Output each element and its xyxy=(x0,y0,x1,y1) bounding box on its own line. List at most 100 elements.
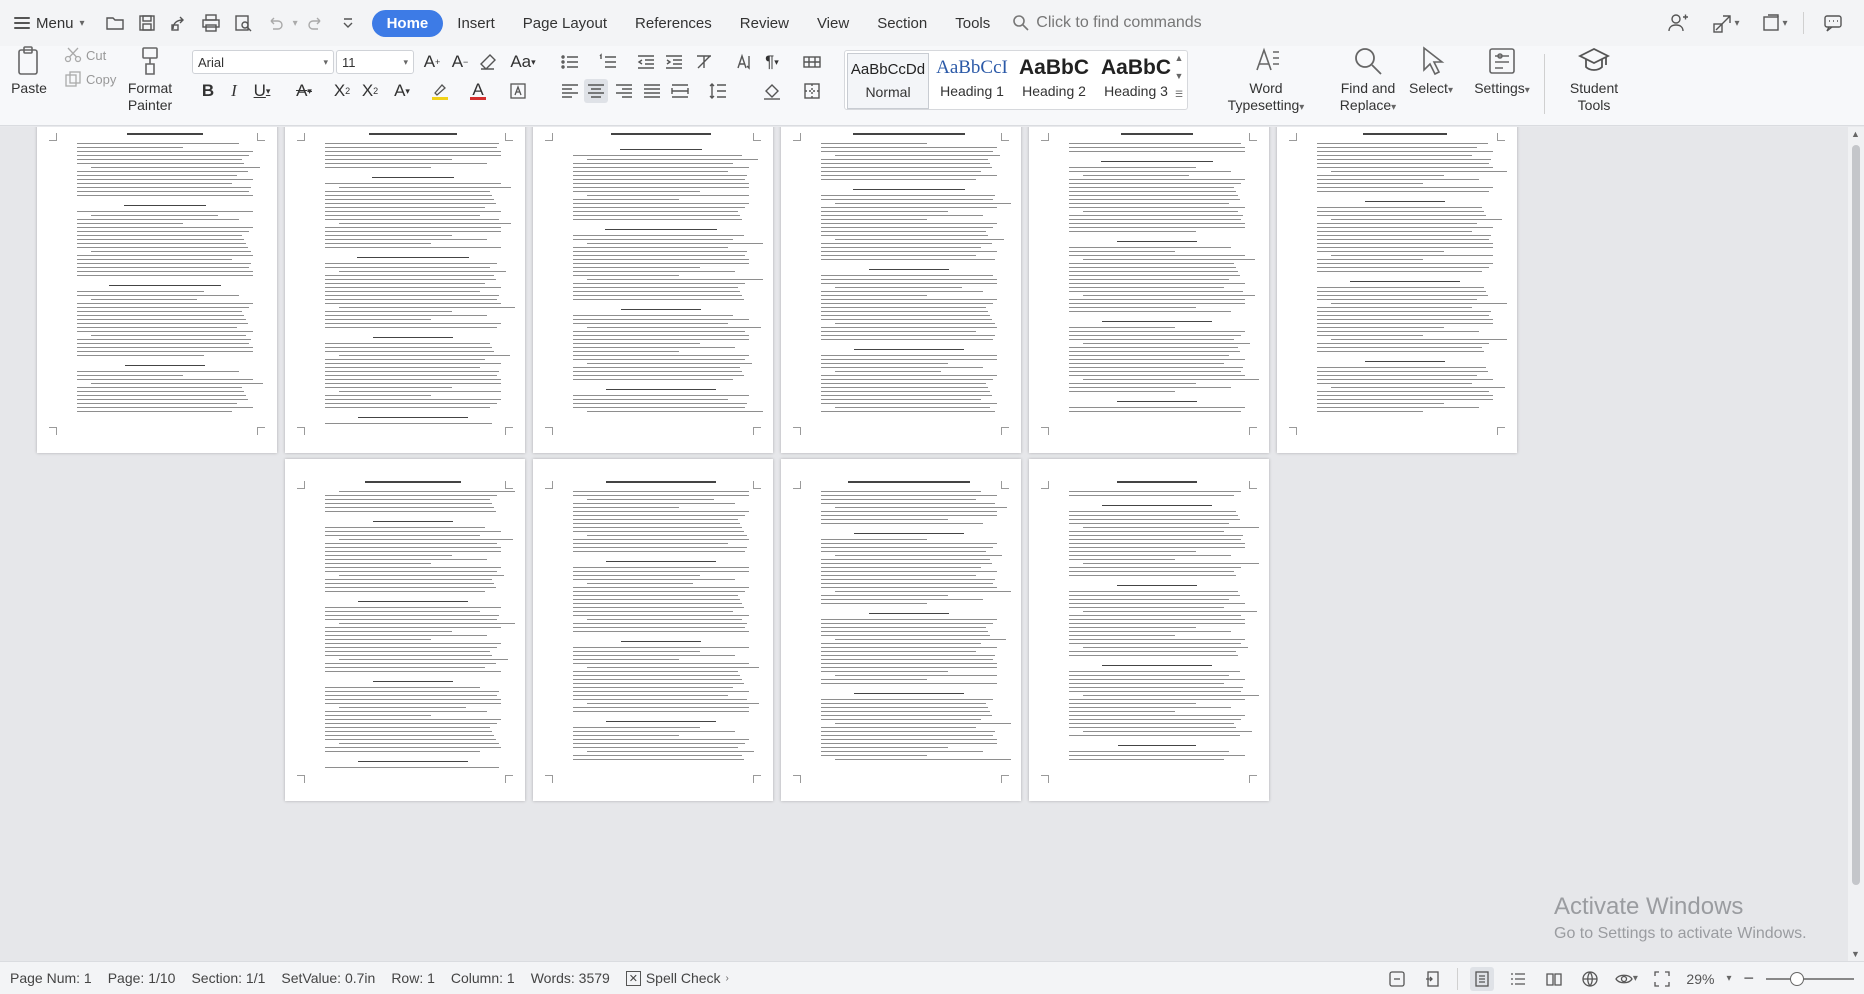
distributed-icon[interactable] xyxy=(668,79,692,103)
document-page[interactable] xyxy=(533,127,773,453)
document-page[interactable] xyxy=(781,127,1021,453)
web-layout-icon[interactable] xyxy=(1578,967,1602,991)
tab-insert[interactable]: Insert xyxy=(443,10,509,37)
borders-icon[interactable] xyxy=(800,79,824,103)
word-count-status[interactable]: Words: 3579 xyxy=(523,970,618,986)
align-center-icon[interactable] xyxy=(584,79,608,103)
scroll-up-icon[interactable]: ▲ xyxy=(1851,129,1860,139)
justify-icon[interactable] xyxy=(640,79,664,103)
undo-dropdown-icon[interactable]: ▾ xyxy=(293,18,298,29)
line-spacing-icon[interactable] xyxy=(706,79,730,103)
highlight-icon[interactable] xyxy=(428,79,452,103)
print-preview-icon[interactable] xyxy=(229,9,257,37)
student-tools-button[interactable]: Student Tools xyxy=(1552,44,1636,114)
tab-page-layout[interactable]: Page Layout xyxy=(509,10,621,37)
customize-toolbar-icon[interactable] xyxy=(334,9,362,37)
share-icon[interactable]: ▾ xyxy=(1707,8,1745,38)
select-button[interactable]: Select▾ xyxy=(1406,44,1456,99)
zoom-slider-knob[interactable] xyxy=(1790,971,1804,986)
align-left-icon[interactable] xyxy=(558,79,582,103)
row-status[interactable]: Row: 1 xyxy=(383,970,443,986)
undo-icon[interactable] xyxy=(261,9,289,37)
superscript-icon[interactable]: X2 xyxy=(330,79,354,103)
word-typesetting-button[interactable]: Word Typesetting▾ xyxy=(1210,44,1322,116)
table-tools-icon[interactable] xyxy=(800,50,824,74)
cut-button[interactable]: Cut xyxy=(64,46,106,64)
eye-protection-icon[interactable]: ▾ xyxy=(1614,967,1638,991)
document-page[interactable] xyxy=(37,127,277,453)
character-border-icon[interactable] xyxy=(506,79,530,103)
page-status[interactable]: Page: 1/10 xyxy=(100,970,184,986)
paragraph-mark-icon[interactable]: ¶ ▾ xyxy=(760,50,784,74)
add-user-icon[interactable] xyxy=(1659,8,1697,38)
settings-button[interactable]: Settings▾ xyxy=(1472,44,1532,99)
zoom-level[interactable]: 29% xyxy=(1686,971,1714,987)
find-replace-button[interactable]: Find and Replace▾ xyxy=(1340,44,1396,116)
style-heading-3[interactable]: AaBbC Heading 3 xyxy=(1095,53,1177,109)
tab-section[interactable]: Section xyxy=(863,10,941,37)
reading-view-icon[interactable] xyxy=(1542,967,1566,991)
numbering-icon[interactable] xyxy=(596,50,620,74)
strikethrough-icon[interactable]: A ▾ xyxy=(292,79,316,103)
text-effects-icon[interactable]: A ▾ xyxy=(390,79,414,103)
document-page[interactable] xyxy=(533,459,773,801)
eraser-icon[interactable] xyxy=(476,50,500,74)
copy-button[interactable]: Copy xyxy=(64,70,116,88)
open-folder-icon[interactable] xyxy=(101,9,129,37)
page-num-status[interactable]: Page Num: 1 xyxy=(0,970,100,986)
tab-tools[interactable]: Tools xyxy=(941,10,1004,37)
increase-indent-icon[interactable] xyxy=(662,50,686,74)
document-area[interactable] xyxy=(0,127,1848,961)
vertical-scrollbar[interactable]: ▲ ▼ xyxy=(1848,127,1864,961)
main-menu-button[interactable]: Menu ▾ xyxy=(0,8,95,38)
bullets-icon[interactable] xyxy=(558,50,582,74)
export-pdf-icon[interactable]: ▾ xyxy=(1755,8,1793,38)
document-page[interactable] xyxy=(285,127,525,453)
font-family-select[interactable]: Arial ▾ xyxy=(192,50,334,74)
chevron-down-icon[interactable]: ▾ xyxy=(1726,973,1731,984)
font-size-select[interactable]: 11 ▾ xyxy=(336,50,414,74)
redo-icon[interactable] xyxy=(302,9,330,37)
outline-view-icon[interactable] xyxy=(1506,967,1530,991)
chevron-down-icon[interactable]: ▼ xyxy=(1175,71,1184,81)
scroll-down-icon[interactable]: ▼ xyxy=(1851,949,1860,959)
comments-icon[interactable] xyxy=(1814,8,1852,38)
setvalue-status[interactable]: SetValue: 0.7in xyxy=(273,970,383,986)
document-page[interactable] xyxy=(1277,127,1517,453)
print-icon[interactable] xyxy=(197,9,225,37)
save-icon[interactable] xyxy=(133,9,161,37)
gallery-scroll[interactable]: ▲ ▼ ☰ xyxy=(1173,53,1185,100)
sort-icon[interactable] xyxy=(732,50,756,74)
chevron-up-icon[interactable]: ▲ xyxy=(1175,53,1184,63)
style-normal[interactable]: AaBbCcDd Normal xyxy=(847,53,929,109)
export-icon[interactable] xyxy=(165,9,193,37)
underline-icon[interactable]: U ▾ xyxy=(250,79,274,103)
fit-page-icon[interactable] xyxy=(1650,967,1674,991)
grow-font-icon[interactable]: A + xyxy=(420,50,444,74)
column-status[interactable]: Column: 1 xyxy=(443,970,523,986)
zoom-out-icon[interactable]: − xyxy=(1743,968,1754,989)
decrease-indent-icon[interactable] xyxy=(634,50,658,74)
more-styles-icon[interactable]: ☰ xyxy=(1175,89,1183,100)
style-heading-2[interactable]: AaBbC Heading 2 xyxy=(1013,53,1095,109)
focus-mode-icon[interactable] xyxy=(1385,967,1409,991)
change-case-icon[interactable]: Aa ▾ xyxy=(506,50,540,74)
find-commands-box[interactable]: Click to find commands xyxy=(1012,14,1202,32)
scroll-thumb[interactable] xyxy=(1852,145,1860,885)
subscript-icon[interactable]: X2 xyxy=(358,79,382,103)
italic-icon[interactable]: I xyxy=(222,79,246,103)
shrink-font-icon[interactable]: A − xyxy=(448,50,472,74)
zoom-slider[interactable] xyxy=(1766,971,1854,986)
bold-icon[interactable]: B xyxy=(196,79,220,103)
spell-check-button[interactable]: ✕ Spell Check › xyxy=(618,970,737,986)
font-color-icon[interactable]: A xyxy=(466,79,490,103)
format-painter-button[interactable]: Format Painter xyxy=(124,44,176,114)
tab-review[interactable]: Review xyxy=(726,10,803,37)
tab-home[interactable]: Home xyxy=(371,9,444,37)
clear-format-icon[interactable] xyxy=(692,50,716,74)
document-page[interactable] xyxy=(781,459,1021,801)
section-status[interactable]: Section: 1/1 xyxy=(183,970,273,986)
document-page[interactable] xyxy=(285,459,525,801)
tab-view[interactable]: View xyxy=(803,10,863,37)
document-page[interactable] xyxy=(1029,127,1269,453)
